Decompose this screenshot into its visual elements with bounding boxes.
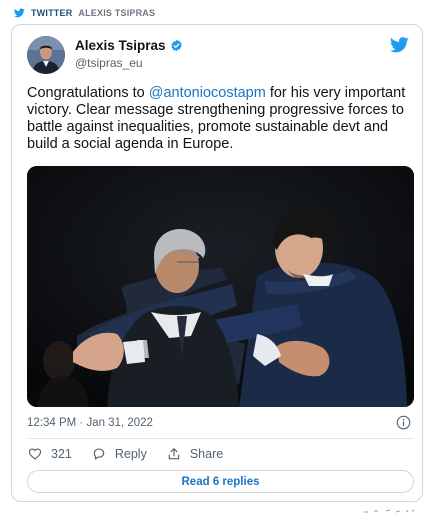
heart-icon [28,448,42,460]
info-icon[interactable] [396,415,411,430]
reply-bubble-icon [93,448,105,460]
photo-embrace-image [27,166,414,407]
like-button[interactable]: 321 [28,447,72,461]
read-replies-button[interactable]: Read 6 replies [27,470,414,493]
timestamp[interactable]: 12:34 PM · Jan 31, 2022 [27,417,153,429]
embed-source-bar: TWITTER ALEXIS TSIPRAS [14,6,155,20]
share-button[interactable]: Share [167,447,223,461]
source-author: ALEXIS TSIPRAS [78,8,156,18]
verified-badge-icon [170,39,182,52]
mention-link[interactable]: @antoniocostapm [149,85,266,101]
author-name-text: Alexis Tsipras [75,38,166,53]
reply-label: Reply [114,447,147,461]
tweet-text-before: Congratulations to [27,85,149,101]
tweet-photo[interactable] [27,166,414,407]
twitter-bird-icon [14,8,25,18]
like-count: 321 [51,447,72,461]
share-icon [168,448,180,460]
tweet-text: Congratulations to @antoniocostapm for h… [27,85,415,153]
avatar-image [27,36,65,74]
action-bar: 321 Reply Share [28,445,243,463]
cropped-caption-fragment [364,509,415,513]
avatar[interactable] [27,36,65,74]
timestamp-row: 12:34 PM · Jan 31, 2022 [27,414,414,432]
author-handle[interactable]: @tsipras_eu [75,56,143,70]
author-name[interactable]: Alexis Tsipras [75,38,183,53]
divider [27,438,414,439]
tweet-card[interactable]: Alexis Tsipras @tsipras_eu Congratulatio… [11,24,423,502]
source-label: TWITTER [31,8,73,18]
twitter-logo-icon[interactable] [390,37,409,53]
reply-button[interactable]: Reply [92,447,147,461]
share-label: Share [189,447,224,461]
